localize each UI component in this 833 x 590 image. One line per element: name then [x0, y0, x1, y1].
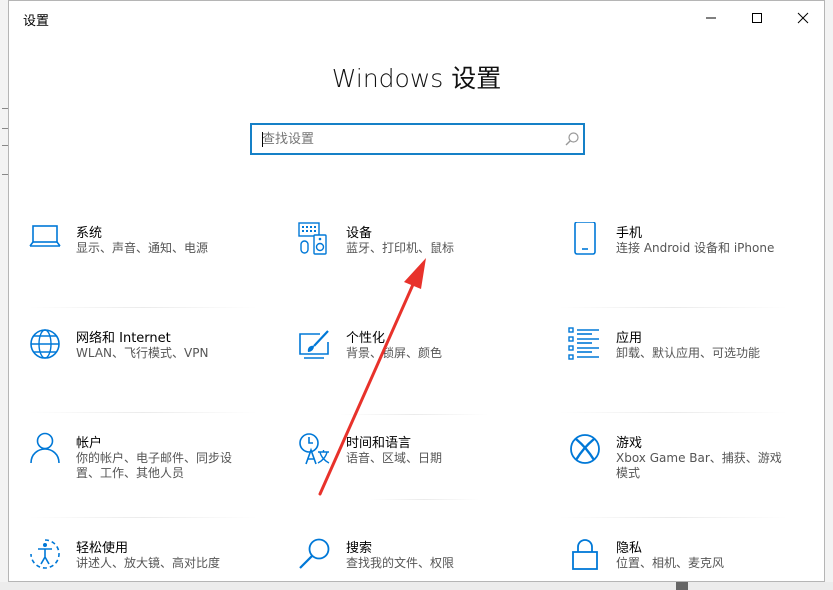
tile-title: 轻松使用: [76, 541, 129, 556]
maximize-button[interactable]: [734, 1, 780, 35]
tile-title: 帐户: [76, 436, 103, 451]
xbox-icon: [568, 432, 602, 466]
window-title: 设置: [23, 14, 50, 29]
tile-privacy[interactable]: 隐私 位置、相机、麦克风: [568, 537, 823, 581]
search-icon: [298, 537, 332, 571]
paint-brush-icon: [298, 327, 332, 361]
tile-title: 搜索: [346, 541, 373, 556]
divider: [558, 307, 788, 308]
close-icon: [797, 12, 809, 24]
divider: [28, 307, 258, 308]
divider: [28, 412, 258, 413]
globe-icon: [28, 327, 62, 361]
phone-icon: [568, 222, 602, 256]
background-taskbar-strip: [0, 582, 833, 590]
tile-apps[interactable]: 应用 卸载、默认应用、可选功能: [568, 327, 823, 397]
tile-title: 应用: [616, 331, 643, 346]
search-icon[interactable]: [564, 131, 580, 151]
tile-subtitle: 背景、锁屏、颜色: [346, 346, 443, 360]
tile-subtitle: 蓝牙、打印机、鼠标: [346, 241, 455, 255]
minimize-button[interactable]: [688, 1, 734, 35]
tile-phone[interactable]: 手机 连接 Android 设备和 iPhone: [568, 222, 823, 292]
tile-title: 时间和语言: [346, 436, 412, 451]
tile-accounts[interactable]: 帐户 你的帐户、电子邮件、同步设置、工作、其他人员: [28, 432, 283, 502]
page-title: Windows 设置: [331, 64, 502, 93]
divider: [28, 517, 258, 518]
divider: [558, 517, 788, 518]
tile-personalization[interactable]: 个性化 背景、锁屏、颜色: [298, 327, 553, 397]
divider: [339, 414, 489, 415]
tile-title: 系统: [76, 226, 103, 241]
devices-keyboard-icon: [298, 222, 332, 256]
tile-subtitle: 显示、声音、通知、电源: [76, 241, 209, 255]
tile-subtitle: 语音、区域、日期: [346, 451, 443, 465]
apps-list-icon: [568, 327, 602, 361]
ease-of-access-icon: [28, 537, 62, 571]
tile-title: 手机: [616, 226, 643, 241]
tile-subtitle: 位置、相机、麦克风: [616, 556, 725, 570]
tile-title: 个性化: [346, 331, 386, 346]
lock-icon: [568, 537, 602, 571]
tile-time-language[interactable]: 时间和语言 语音、区域、日期: [298, 432, 553, 502]
tile-subtitle: 讲述人、放大镜、高对比度: [76, 556, 221, 570]
divider: [558, 412, 788, 413]
tile-subtitle: Xbox Game Bar、捕获、游戏模式: [616, 451, 782, 480]
time-language-icon: [298, 432, 332, 466]
maximize-icon: [752, 13, 762, 23]
text-caret: [262, 132, 263, 147]
divider: [369, 499, 479, 500]
tile-title: 网络和 Internet: [76, 331, 171, 346]
background-window-edge-right: [825, 0, 833, 590]
tile-network[interactable]: 网络和 Internet WLAN、飞行模式、VPN: [28, 327, 283, 397]
search-input[interactable]: [252, 125, 562, 153]
close-button[interactable]: [780, 1, 824, 35]
person-icon: [28, 432, 62, 466]
tile-subtitle: 卸载、默认应用、可选功能: [616, 346, 761, 360]
search-box[interactable]: [250, 123, 585, 155]
minimize-icon: [706, 17, 716, 19]
tile-devices[interactable]: 设备 蓝牙、打印机、鼠标: [298, 222, 553, 292]
tile-title: 游戏: [616, 436, 643, 451]
settings-window: 设置 Windows 设置 查找设置 系统 显示、声音、通知、电源 设备 蓝牙、…: [8, 0, 825, 582]
laptop-icon: [28, 222, 62, 256]
tile-title: 设备: [346, 226, 373, 241]
tile-subtitle: 连接 Android 设备和 iPhone: [616, 241, 775, 255]
tile-ease-of-access[interactable]: 轻松使用 讲述人、放大镜、高对比度: [28, 537, 283, 581]
tile-system[interactable]: 系统 显示、声音、通知、电源: [28, 222, 283, 292]
tile-subtitle: 你的帐户、电子邮件、同步设置、工作、其他人员: [76, 451, 233, 480]
tile-search[interactable]: 搜索 查找我的文件、权限: [298, 537, 553, 581]
tile-gaming[interactable]: 游戏 Xbox Game Bar、捕获、游戏模式: [568, 432, 823, 502]
tile-title: 隐私: [616, 541, 643, 556]
tile-subtitle: WLAN、飞行模式、VPN: [76, 346, 209, 360]
background-scroll-thumb: [676, 582, 688, 590]
title-bar[interactable]: 设置: [9, 1, 824, 35]
tile-subtitle: 查找我的文件、权限: [346, 556, 455, 570]
